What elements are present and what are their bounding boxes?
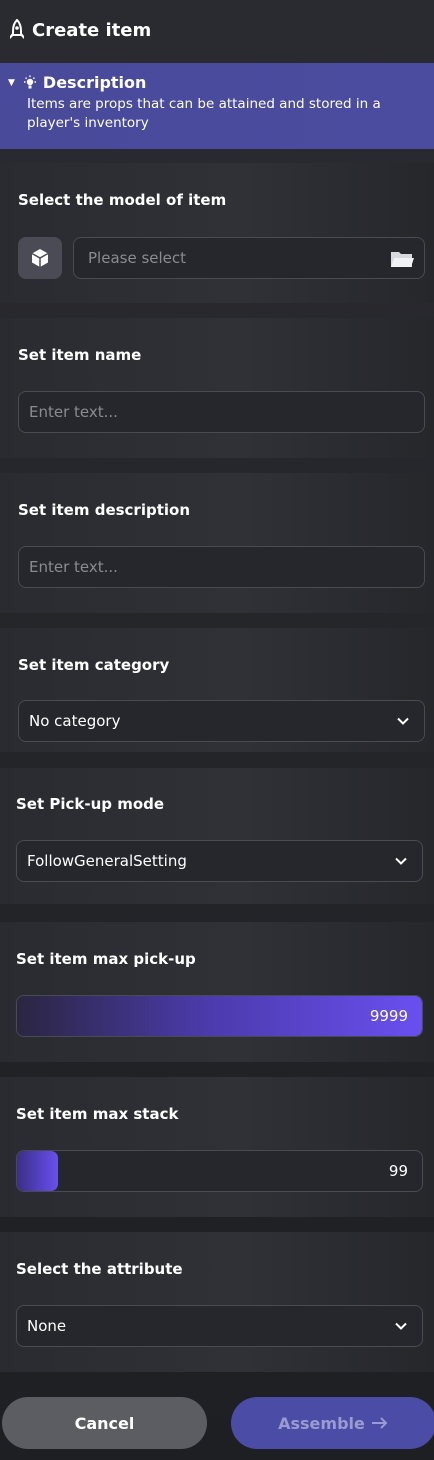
model-section: Select the model of item Please select <box>0 163 434 303</box>
pickup-mode-label: Set Pick-up mode <box>16 795 165 813</box>
max-pickup-value: 9999 <box>369 1007 408 1025</box>
description-banner: ▼ Description Items are props that can b… <box>0 63 434 149</box>
cancel-button-label: Cancel <box>74 1413 135 1433</box>
caret-down-icon: ▼ <box>8 77 15 88</box>
max-stack-slider[interactable]: 99 <box>16 1150 423 1192</box>
model-placeholder: Please select <box>88 249 187 267</box>
page-title: Create item <box>32 19 152 41</box>
category-value: No category <box>29 712 121 730</box>
panel-header: Create item <box>0 0 434 60</box>
model-label: Select the model of item <box>18 191 227 209</box>
item-description-input[interactable]: Enter text... <box>18 546 425 588</box>
item-description-placeholder: Enter text... <box>29 558 118 576</box>
description-toggle[interactable]: ▼ Description <box>8 73 426 92</box>
arrow-right-icon <box>371 1417 388 1429</box>
category-select[interactable]: No category <box>18 700 425 742</box>
max-stack-fill[interactable] <box>17 1151 58 1191</box>
max-stack-value: 99 <box>388 1162 408 1180</box>
assemble-button[interactable]: Assemble <box>231 1397 434 1449</box>
item-description-section: Set item description Enter text... <box>0 473 434 613</box>
attribute-label: Select the attribute <box>16 1260 183 1278</box>
folder-icon[interactable] <box>390 249 414 269</box>
max-pickup-label: Set item max pick-up <box>16 950 196 968</box>
item-name-placeholder: Enter text... <box>29 403 118 421</box>
create-item-panel: Create item ▼ Description Items are prop… <box>0 0 434 1460</box>
description-text: Items are props that can be attained and… <box>27 96 381 131</box>
item-description-label: Set item description <box>18 501 191 519</box>
model-preview-button[interactable] <box>18 237 62 279</box>
description-title: Description <box>42 73 147 92</box>
chevron-down-icon <box>397 717 409 725</box>
max-stack-section: Set item max stack 99 <box>0 1077 434 1217</box>
cancel-button[interactable]: Cancel <box>2 1397 207 1449</box>
attribute-select[interactable]: None <box>16 1305 423 1347</box>
lightbulb-icon <box>23 75 36 88</box>
item-name-input[interactable]: Enter text... <box>18 391 425 433</box>
max-pickup-slider[interactable]: 9999 <box>16 995 423 1037</box>
chevron-down-icon <box>395 1322 407 1330</box>
pickup-mode-select[interactable]: FollowGeneralSetting <box>16 840 423 882</box>
attribute-section: Select the attribute None <box>0 1232 434 1372</box>
max-stack-label: Set item max stack <box>16 1105 179 1123</box>
category-section: Set item category No category <box>0 628 434 752</box>
pickup-mode-value: FollowGeneralSetting <box>27 852 187 870</box>
item-name-label: Set item name <box>18 346 142 364</box>
cube-icon <box>31 249 49 267</box>
rocket-icon <box>10 19 24 39</box>
assemble-button-label: Assemble <box>278 1413 365 1433</box>
pickup-mode-section: Set Pick-up mode FollowGeneralSetting <box>0 768 434 904</box>
category-label: Set item category <box>18 656 170 674</box>
max-pickup-section: Set item max pick-up 9999 <box>0 922 434 1062</box>
chevron-down-icon <box>395 857 407 865</box>
attribute-value: None <box>27 1317 67 1335</box>
model-select[interactable]: Please select <box>73 237 425 279</box>
max-pickup-fill <box>17 996 422 1036</box>
item-name-section: Set item name Enter text... <box>0 318 434 458</box>
